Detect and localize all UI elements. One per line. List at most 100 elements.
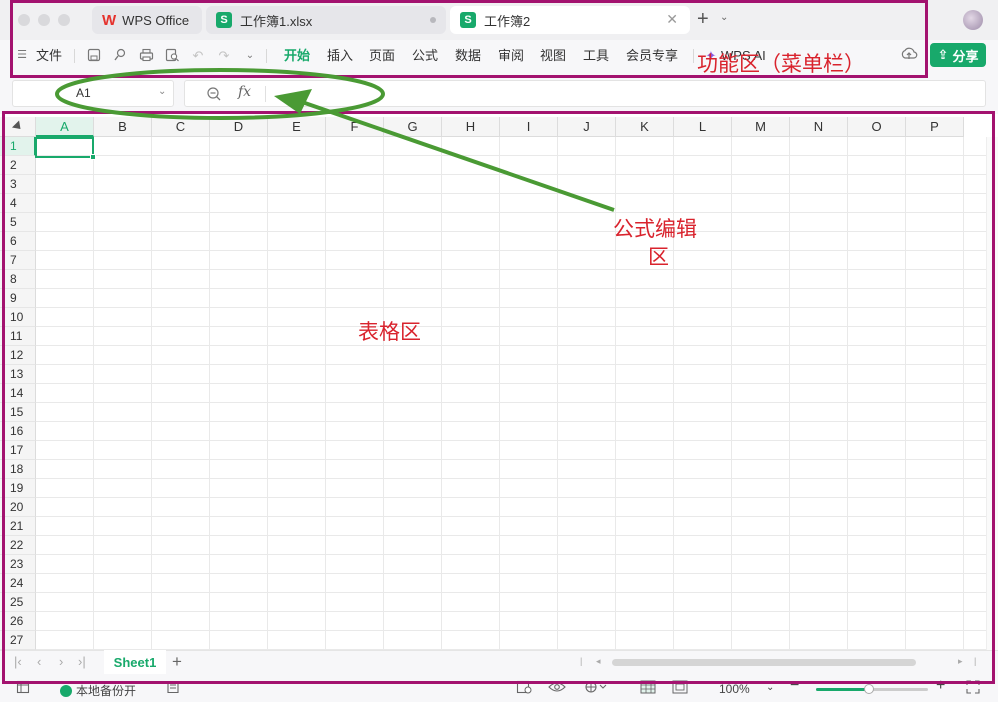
scroll-left-end-icon[interactable]: |: [580, 656, 582, 666]
document-icon[interactable]: [166, 680, 180, 697]
scroll-left-icon[interactable]: ◂: [596, 656, 601, 667]
menu-tab-review[interactable]: 审阅: [498, 40, 524, 72]
insert-function-button[interactable]: fx: [238, 84, 251, 100]
row-header-22[interactable]: 22: [0, 536, 36, 555]
row-header-6[interactable]: 6: [0, 232, 36, 251]
row-header-8[interactable]: 8: [0, 270, 36, 289]
column-header-o[interactable]: O: [848, 117, 906, 137]
print-preview-icon[interactable]: [164, 48, 180, 64]
row-header-14[interactable]: 14: [0, 384, 36, 403]
chevron-down-icon[interactable]: ⌄: [720, 12, 728, 23]
cloud-upload-icon[interactable]: [900, 46, 918, 65]
zoom-in-plus-icon[interactable]: +: [936, 677, 945, 695]
row-header-20[interactable]: 20: [0, 498, 36, 517]
row-header-24[interactable]: 24: [0, 574, 36, 593]
row-header-4[interactable]: 4: [0, 194, 36, 213]
new-tab-plus-icon[interactable]: +: [697, 8, 709, 31]
save-icon[interactable]: [86, 48, 102, 64]
vertical-scrollbar[interactable]: [986, 137, 998, 650]
last-sheet-icon[interactable]: ›|: [78, 654, 86, 669]
cell-stats-icon[interactable]: [16, 680, 30, 697]
hamburger-menu-icon[interactable]: ☰: [14, 47, 30, 63]
chevron-down-icon[interactable]: ⌄: [766, 682, 774, 693]
column-header-a[interactable]: A: [36, 117, 94, 137]
row-header-19[interactable]: 19: [0, 479, 36, 498]
column-header-g[interactable]: G: [384, 117, 442, 137]
row-header-2[interactable]: 2: [0, 156, 36, 175]
sheet-tab-sheet1[interactable]: Sheet1: [104, 650, 166, 674]
formula-input[interactable]: [184, 80, 986, 107]
zoom-level[interactable]: 100%: [719, 682, 750, 696]
column-header-h[interactable]: H: [442, 117, 500, 137]
fullscreen-icon[interactable]: [966, 680, 980, 697]
row-header-12[interactable]: 12: [0, 346, 36, 365]
name-box[interactable]: [12, 80, 174, 107]
column-header-f[interactable]: F: [326, 117, 384, 137]
avatar[interactable]: [963, 10, 983, 30]
close-icon[interactable]: ✕: [666, 11, 678, 28]
row-header-1[interactable]: 1: [0, 137, 36, 156]
undo-icon[interactable]: ↶: [190, 48, 206, 64]
tab-wps-office[interactable]: W WPS Office: [92, 6, 202, 34]
menu-tab-page[interactable]: 页面: [369, 40, 395, 72]
column-header-k[interactable]: K: [616, 117, 674, 137]
zoom-out-minus-icon[interactable]: −: [790, 677, 799, 695]
chevron-down-icon[interactable]: ⌄: [158, 86, 166, 97]
scroll-right-icon[interactable]: ▸: [958, 656, 963, 667]
column-header-i[interactable]: I: [500, 117, 558, 137]
row-header-27[interactable]: 27: [0, 631, 36, 650]
cell-grid[interactable]: [36, 137, 986, 650]
menu-tab-formulas[interactable]: 公式: [412, 40, 438, 72]
row-header-7[interactable]: 7: [0, 251, 36, 270]
zoom-out-icon[interactable]: [206, 86, 222, 105]
column-header-e[interactable]: E: [268, 117, 326, 137]
first-sheet-icon[interactable]: |‹: [14, 654, 22, 669]
row-header-15[interactable]: 15: [0, 403, 36, 422]
scroll-right-end-icon[interactable]: |: [974, 656, 976, 666]
row-header-21[interactable]: 21: [0, 517, 36, 536]
zoom-slider-handle[interactable]: [864, 684, 874, 694]
column-header-n[interactable]: N: [790, 117, 848, 137]
row-header-25[interactable]: 25: [0, 593, 36, 612]
row-header-26[interactable]: 26: [0, 612, 36, 631]
row-header-13[interactable]: 13: [0, 365, 36, 384]
column-header-d[interactable]: D: [210, 117, 268, 137]
window-zoom-button[interactable]: [58, 14, 70, 26]
row-header-9[interactable]: 9: [0, 289, 36, 308]
add-sheet-icon[interactable]: +: [172, 652, 182, 672]
prev-sheet-icon[interactable]: ‹: [37, 654, 41, 669]
row-header-17[interactable]: 17: [0, 441, 36, 460]
row-header-5[interactable]: 5: [0, 213, 36, 232]
column-header-b[interactable]: B: [94, 117, 152, 137]
row-header-23[interactable]: 23: [0, 555, 36, 574]
protect-view-icon[interactable]: [516, 680, 532, 697]
menu-tab-home[interactable]: 开始: [284, 40, 310, 72]
row-header-16[interactable]: 16: [0, 422, 36, 441]
column-header-j[interactable]: J: [558, 117, 616, 137]
menu-tab-insert[interactable]: 插入: [327, 40, 353, 72]
format-painter-icon[interactable]: [112, 48, 128, 64]
page-layout-view-icon[interactable]: [672, 680, 688, 697]
menu-tab-member[interactable]: 会员专享: [626, 40, 678, 72]
menu-tab-tools[interactable]: 工具: [583, 40, 609, 72]
row-header-11[interactable]: 11: [0, 327, 36, 346]
normal-view-icon[interactable]: [640, 680, 656, 697]
local-backup-toggle[interactable]: 本地备份开: [60, 682, 136, 699]
chevron-down-icon[interactable]: ⌄: [242, 48, 258, 64]
column-header-l[interactable]: L: [674, 117, 732, 137]
eye-icon[interactable]: [548, 680, 566, 697]
share-button[interactable]: ⇪ 分享: [930, 43, 986, 67]
tab-workbook2[interactable]: S 工作簿2 ✕: [450, 6, 690, 34]
redo-icon[interactable]: ↷: [216, 48, 232, 64]
window-minimize-button[interactable]: [38, 14, 50, 26]
next-sheet-icon[interactable]: ›: [59, 654, 63, 669]
menu-tab-data[interactable]: 数据: [455, 40, 481, 72]
row-header-18[interactable]: 18: [0, 460, 36, 479]
menu-file[interactable]: 文件: [36, 40, 62, 72]
window-close-button[interactable]: [18, 14, 30, 26]
column-header-p[interactable]: P: [906, 117, 964, 137]
print-icon[interactable]: [138, 48, 154, 64]
row-header-3[interactable]: 3: [0, 175, 36, 194]
column-header-c[interactable]: C: [152, 117, 210, 137]
horizontal-scrollbar-thumb[interactable]: [612, 659, 916, 666]
